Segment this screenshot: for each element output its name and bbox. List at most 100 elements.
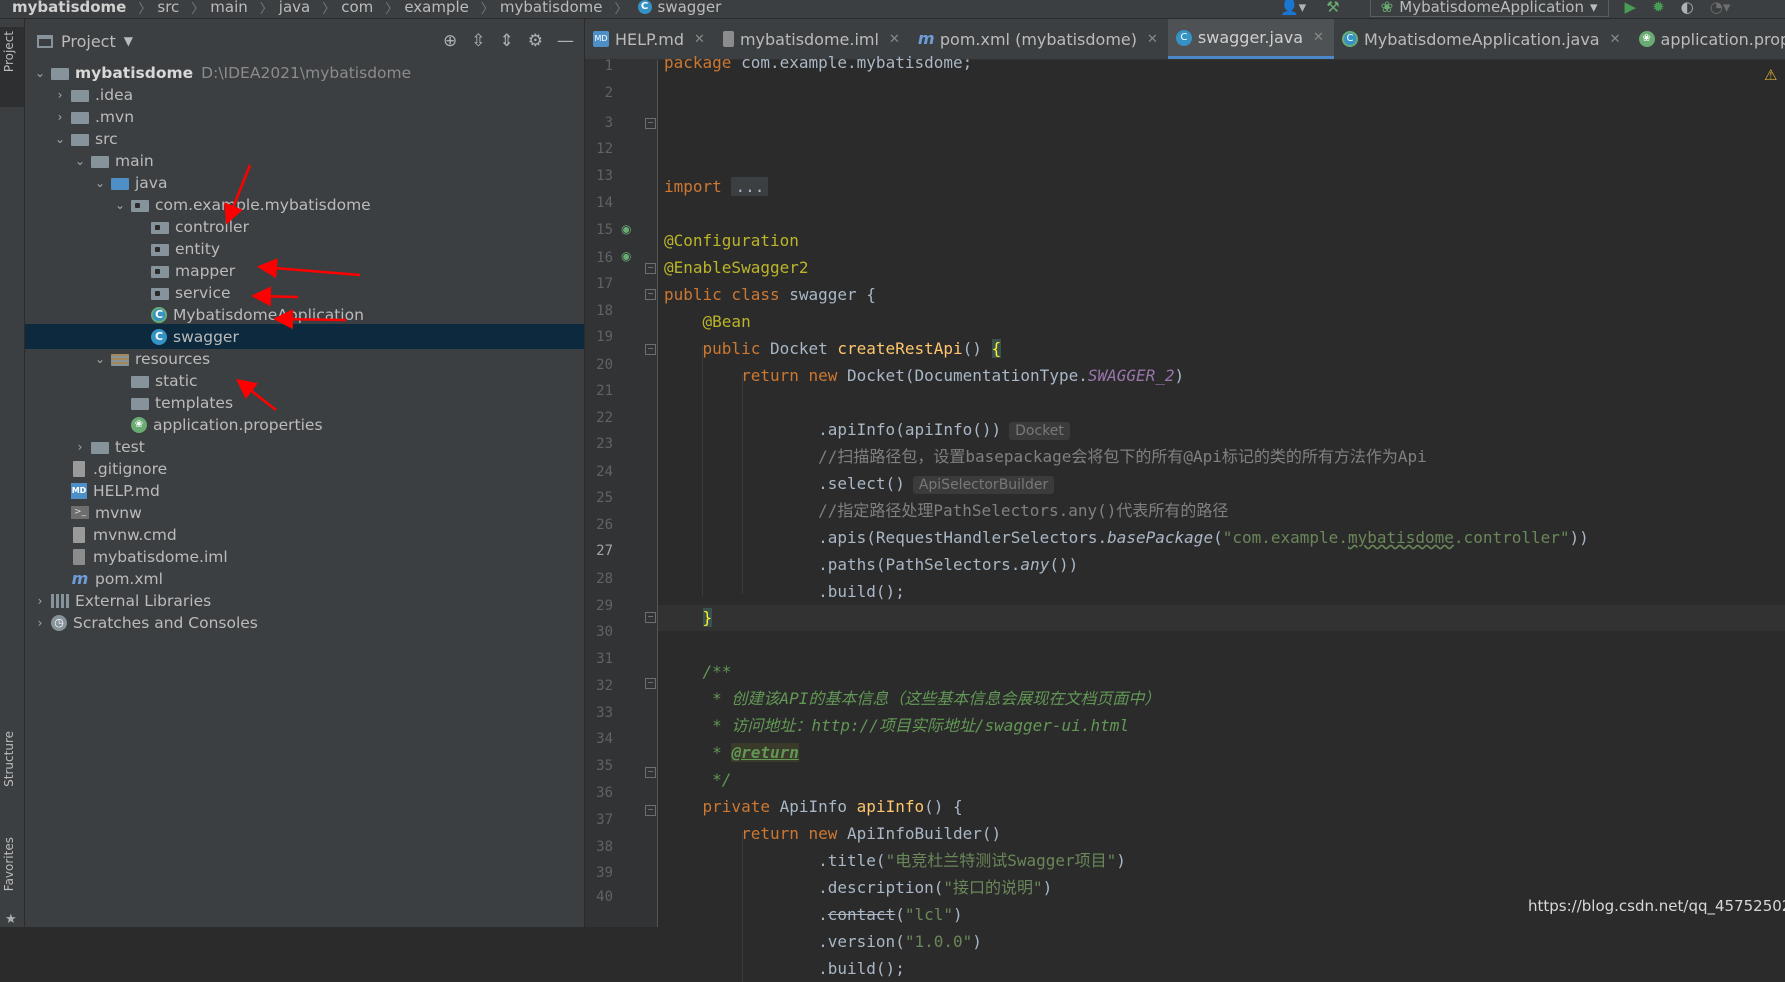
line-number[interactable]: 25 bbox=[585, 490, 613, 506]
breadcrumb-item[interactable]: mybatisdome bbox=[0, 0, 126, 16]
tree-item[interactable]: › ◷ Scratches and Consoles bbox=[25, 610, 584, 635]
breadcrumb-item[interactable]: mybatisdome bbox=[494, 0, 603, 16]
inlay-hint: Docket bbox=[1009, 422, 1070, 440]
line-number[interactable]: 2 bbox=[585, 85, 613, 101]
folder-icon bbox=[91, 155, 109, 168]
breadcrumb-item[interactable]: src bbox=[151, 0, 179, 16]
fold-marker-icon[interactable]: − bbox=[645, 678, 656, 689]
line-number[interactable]: 14 bbox=[585, 195, 613, 211]
breadcrumb-item[interactable]: swagger bbox=[652, 0, 722, 16]
profile-icon[interactable]: ◔▾ bbox=[1710, 0, 1731, 16]
editor-tab[interactable]: C MybatisdomeApplication.java ✕ bbox=[1334, 19, 1631, 59]
line-number[interactable]: 23 bbox=[585, 436, 613, 452]
warning-icon[interactable]: ⚠ bbox=[1764, 66, 1777, 84]
editor-tab[interactable]: Cswagger.java ✕ bbox=[1167, 19, 1334, 59]
project-tool-tab[interactable]: Project bbox=[0, 27, 24, 107]
close-icon[interactable]: ✕ bbox=[1147, 32, 1158, 47]
chevron-down-icon[interactable]: ⌄ bbox=[73, 154, 87, 168]
expand-all-icon[interactable]: ⇳ bbox=[471, 31, 485, 51]
tree-item-label: mapper bbox=[175, 261, 236, 280]
build-hammer-icon[interactable]: ⚒ bbox=[1326, 0, 1339, 16]
line-number[interactable]: 29 bbox=[585, 598, 613, 614]
close-icon[interactable]: ✕ bbox=[1313, 30, 1324, 45]
line-number[interactable]: 21 bbox=[585, 383, 613, 399]
run-configuration-select[interactable]: ❀ MybatisdomeApplication ▾ bbox=[1369, 0, 1609, 17]
line-number[interactable]: 26 bbox=[585, 517, 613, 533]
chevron-right-icon[interactable]: › bbox=[53, 110, 67, 124]
close-icon[interactable]: ✕ bbox=[1610, 32, 1621, 47]
tab-label: pom.xml (mybatisdome) bbox=[939, 29, 1138, 49]
code-editor[interactable]: package com.example.mybatisdome; import … bbox=[658, 53, 1785, 982]
fold-marker-icon[interactable]: − bbox=[645, 289, 656, 300]
line-number[interactable]: 16 bbox=[585, 250, 613, 266]
line-number[interactable]: 31 bbox=[585, 651, 613, 667]
line-number[interactable]: 36 bbox=[585, 785, 613, 801]
fold-marker-icon[interactable]: − bbox=[645, 612, 656, 623]
spring-bean-gutter-icon[interactable]: ◉ bbox=[621, 249, 631, 263]
fold-marker-icon[interactable]: − bbox=[645, 767, 656, 778]
line-number[interactable]: 3 bbox=[585, 115, 613, 131]
spring-class-icon: C bbox=[1341, 31, 1358, 47]
close-icon[interactable]: ✕ bbox=[694, 32, 705, 47]
line-number[interactable]: 34 bbox=[585, 731, 613, 747]
minimize-icon[interactable]: — bbox=[557, 31, 574, 51]
maven-icon: m bbox=[71, 569, 89, 588]
tree-item-label: HELP.md bbox=[93, 481, 160, 500]
collapse-all-icon[interactable]: ⇕ bbox=[500, 31, 514, 51]
fold-marker-icon[interactable]: − bbox=[645, 805, 656, 816]
libraries-icon bbox=[51, 593, 69, 608]
line-number[interactable]: 40 bbox=[585, 889, 613, 905]
chevron-right-icon[interactable]: › bbox=[73, 440, 87, 454]
class-icon: C bbox=[1175, 29, 1192, 46]
structure-tool-label[interactable]: Structure bbox=[2, 731, 16, 787]
run-icon[interactable]: ▶ bbox=[1625, 0, 1637, 16]
line-number[interactable]: 13 bbox=[585, 168, 613, 184]
line-number[interactable]: 38 bbox=[585, 839, 613, 855]
debug-icon[interactable]: ✹ bbox=[1652, 0, 1665, 16]
line-number[interactable]: 20 bbox=[585, 357, 613, 373]
user-icon[interactable]: 👤▾ bbox=[1280, 0, 1306, 16]
chevron-down-icon[interactable]: ⌄ bbox=[113, 198, 127, 212]
fold-marker-icon[interactable]: − bbox=[645, 263, 656, 274]
fold-marker-icon[interactable]: − bbox=[645, 344, 656, 355]
breadcrumb-item[interactable]: example bbox=[398, 0, 469, 16]
line-number[interactable]: 24 bbox=[585, 464, 613, 480]
line-number[interactable]: 1 bbox=[585, 58, 613, 74]
line-number[interactable]: 37 bbox=[585, 812, 613, 828]
line-number[interactable]: 22 bbox=[585, 410, 613, 426]
breadcrumb-item[interactable]: main bbox=[204, 0, 247, 16]
chevron-down-icon[interactable]: ⌄ bbox=[93, 352, 107, 366]
chevron-down-icon[interactable]: ⌄ bbox=[33, 66, 47, 80]
line-number[interactable]: 15 bbox=[585, 222, 613, 238]
project-view-select[interactable]: Project ▼ bbox=[37, 32, 133, 51]
line-number[interactable]: 12 bbox=[585, 141, 613, 157]
chevron-down-icon[interactable]: ⌄ bbox=[53, 132, 67, 146]
folded-imports[interactable]: ... bbox=[731, 177, 769, 196]
line-number[interactable]: 19 bbox=[585, 329, 613, 345]
line-number[interactable]: 27 bbox=[585, 543, 613, 559]
breadcrumb-item[interactable]: java bbox=[273, 0, 310, 16]
favorites-tool-label[interactable]: Favorites bbox=[2, 837, 16, 891]
chevron-right-icon[interactable]: › bbox=[33, 594, 47, 608]
current-line-highlight bbox=[658, 605, 1785, 631]
chevron-right-icon[interactable]: › bbox=[53, 88, 67, 102]
line-number[interactable]: 35 bbox=[585, 758, 613, 774]
gear-icon[interactable]: ⚙ bbox=[528, 31, 543, 51]
coverage-icon[interactable]: ◐ bbox=[1681, 0, 1694, 16]
locate-icon[interactable]: ⊕ bbox=[443, 31, 457, 51]
breadcrumb-item[interactable]: com bbox=[335, 0, 373, 16]
chevron-down-icon[interactable]: ⌄ bbox=[93, 176, 107, 190]
line-number[interactable]: 32 bbox=[585, 678, 613, 694]
scratches-icon: ◷ bbox=[51, 614, 67, 631]
line-number[interactable]: 39 bbox=[585, 865, 613, 881]
spring-bean-gutter-icon[interactable]: ◉ bbox=[621, 222, 631, 236]
line-number[interactable]: 17 bbox=[585, 276, 613, 292]
fold-marker-icon[interactable]: − bbox=[645, 118, 656, 129]
line-number[interactable]: 28 bbox=[585, 571, 613, 587]
editor-tab[interactable]: ❀ application.properties bbox=[1631, 19, 1785, 59]
chevron-right-icon[interactable]: › bbox=[33, 616, 47, 630]
line-number[interactable]: 18 bbox=[585, 303, 613, 319]
line-number[interactable]: 30 bbox=[585, 624, 613, 640]
close-icon[interactable]: ✕ bbox=[889, 32, 900, 47]
line-number[interactable]: 33 bbox=[585, 705, 613, 721]
